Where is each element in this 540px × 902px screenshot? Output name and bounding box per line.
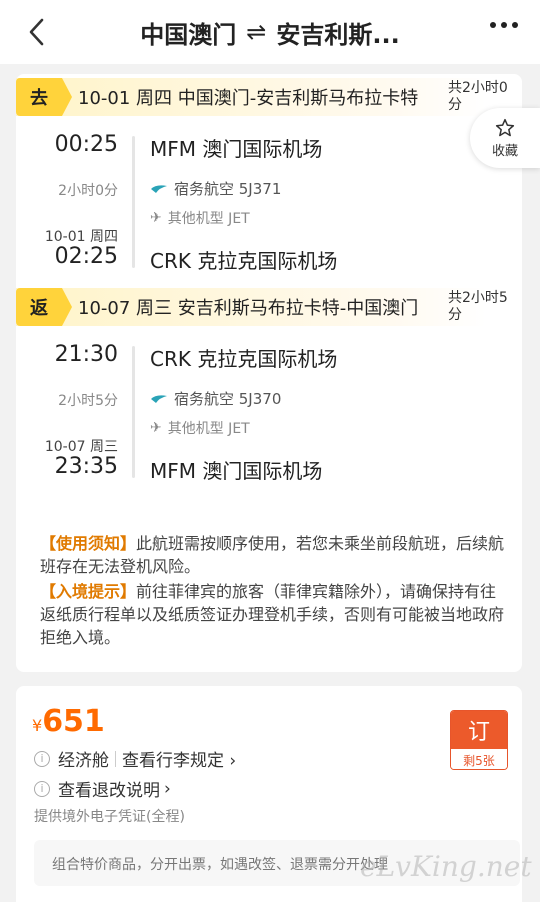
outbound-header: 去 10-01 周四 中国澳门-安吉利斯马布拉卡特 共2小时0分 [16,78,522,116]
chevron-right-icon: › [164,778,171,799]
outbound-summary: 10-01 周四 中国澳门-安吉利斯马布拉卡特 [78,88,419,109]
return-timeline [132,346,135,478]
eticket-note: 提供境外电子凭证(全程) [34,809,185,825]
favorite-label: 收藏 [491,143,518,159]
outbound-aircraft: ✈ 其他机型 JET [150,210,250,227]
outbound-duration: 2小时0分 [58,183,118,199]
currency-symbol: ¥ [32,716,43,735]
return-dep-airport: CRK 克拉克国际机场 [150,347,338,371]
return-airline: 宿务航空 5J370 [150,388,281,409]
plane-icon: ✈ [150,420,162,436]
outbound-timeline [132,136,135,268]
title-to: 安吉利斯... [276,20,400,49]
return-aircraft: ✈ 其他机型 JET [150,420,250,437]
title-from: 中国澳门 [140,20,237,49]
favorite-button[interactable]: 收藏 [470,108,540,168]
remaining-seats: 剩5张 [451,749,507,769]
cabin-class: 经济舱 [58,751,109,771]
outbound-arr-time: 02:25 [54,244,118,269]
outbound-dep-airport: MFM 澳门国际机场 [150,137,323,161]
info-icon: i [34,750,50,767]
airline-logo-icon [151,184,167,193]
book-label: 订 [451,711,507,749]
chevron-right-icon: › [229,751,237,771]
page-title: 中国澳门 ⇌ 安吉利斯... [140,15,399,50]
entry-notice-key: 【入境提示】 [40,582,137,601]
usage-notice: 【使用须知】此航班需按顺序使用，若您未乘坐前段航班，后续航班存在无法登机风险。 [40,532,510,578]
star-icon [495,118,515,136]
entry-notice: 【入境提示】前往菲律宾的旅客（菲律宾籍除外），请确保持有往返纸质行程单以及纸质签… [40,580,510,649]
return-total-duration: 共2小时5分 [448,290,508,323]
outbound-tag: 去 [16,78,72,116]
return-dep-time: 21:30 [54,342,118,367]
outbound-airline: 宿务航空 5J371 [150,178,281,199]
airline-logo-icon [151,394,167,403]
outbound-arr-date: 10-01 周四 [44,229,118,245]
return-tag: 返 [16,288,72,326]
return-summary: 10-07 周三 安吉利斯马布拉卡特-中国澳门 [78,298,419,319]
swap-icon: ⇌ [246,18,267,46]
return-header: 返 10-07 周三 安吉利斯马布拉卡特-中国澳门 共2小时5分 [16,288,522,326]
itinerary-card: 去 10-01 周四 中国澳门-安吉利斯马布拉卡特 共2小时0分 00:25 M… [16,74,522,672]
price-value: 651 [42,704,105,739]
watermark: eLvKing.net [360,850,532,883]
plane-icon: ✈ [150,210,162,226]
usage-notice-key: 【使用须知】 [40,534,137,553]
book-button[interactable]: 订 剩5张 [450,710,508,770]
chevron-left-icon [29,18,44,46]
return-arr-date: 10-07 周三 [44,439,118,455]
price: ¥651 [32,704,105,739]
info-icon: i [34,780,50,797]
return-arr-time: 23:35 [54,454,118,479]
baggage-rules-link[interactable]: 查看行李规定 › [122,746,236,771]
outbound-arr-airport: CRK 克拉克国际机场 [150,249,338,273]
outbound-dep-time: 00:25 [54,132,118,157]
more-options-icon[interactable] [490,22,518,28]
refund-row[interactable]: i 查看退改说明 › [34,776,171,801]
return-duration: 2小时5分 [58,393,118,409]
back-button[interactable] [24,16,48,48]
nav-bar: 中国澳门 ⇌ 安吉利斯... [0,0,540,64]
refund-rules-link[interactable]: 查看退改说明 [58,776,160,801]
cabin-row: i 经济舱 查看行李规定 › [34,746,236,771]
return-arr-airport: MFM 澳门国际机场 [150,459,323,483]
